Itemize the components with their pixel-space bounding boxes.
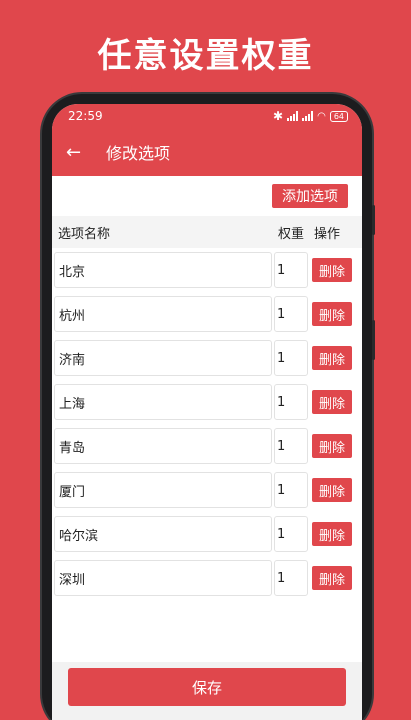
arrow-left-icon[interactable]: ←	[66, 142, 106, 163]
status-bar: 22:59 ✱ ◠ 64	[52, 104, 362, 128]
delete-option-button[interactable]: 删除	[312, 302, 352, 326]
status-icons: ✱ ◠ 64	[273, 109, 348, 123]
wifi-icon: ◠	[317, 110, 326, 122]
table-header: 选项名称 权重 操作	[52, 216, 362, 248]
page-title: 修改选项	[106, 144, 171, 163]
option-weight-input[interactable]	[274, 296, 308, 332]
option-name-input[interactable]	[54, 560, 272, 596]
delete-option-button[interactable]: 删除	[312, 258, 352, 282]
option-name-input[interactable]	[54, 428, 272, 464]
table-row: 删除	[52, 336, 362, 380]
signal-icon	[287, 111, 299, 121]
delete-option-button[interactable]: 删除	[312, 566, 352, 590]
delete-option-button[interactable]: 删除	[312, 522, 352, 546]
status-time: 22:59	[68, 109, 103, 123]
option-weight-input[interactable]	[274, 252, 308, 288]
footer-bar: 保存	[52, 662, 362, 720]
column-header-weight: 权重	[278, 226, 305, 242]
delete-option-button[interactable]: 删除	[312, 478, 352, 502]
option-name-input[interactable]	[54, 340, 272, 376]
delete-option-button[interactable]: 删除	[312, 390, 352, 414]
table-row: 删除	[52, 556, 362, 600]
column-header-name: 选项名称	[58, 226, 111, 242]
table-row: 删除	[52, 292, 362, 336]
option-name-input[interactable]	[54, 252, 272, 288]
delete-option-button[interactable]: 删除	[312, 346, 352, 370]
option-name-input[interactable]	[54, 384, 272, 420]
option-weight-input[interactable]	[274, 340, 308, 376]
option-name-input[interactable]	[54, 472, 272, 508]
option-weight-input[interactable]	[274, 428, 308, 464]
phone-screen: 22:59 ✱ ◠ 64 ← 修改选项 添加选项 选项名称 权重 操作 删除	[52, 104, 362, 720]
option-weight-input[interactable]	[274, 560, 308, 596]
bluetooth-icon: ✱	[273, 109, 284, 123]
option-weight-input[interactable]	[274, 384, 308, 420]
option-weight-input[interactable]	[274, 516, 308, 552]
option-weight-input[interactable]	[274, 472, 308, 508]
promo-headline: 任意设置权重	[97, 36, 314, 76]
table-row: 删除	[52, 248, 362, 292]
table-row: 删除	[52, 512, 362, 556]
phone-side-button	[372, 205, 375, 235]
table-row: 删除	[52, 468, 362, 512]
options-editor: 添加选项 选项名称 权重 操作 删除 删除 删除	[52, 176, 362, 662]
option-name-input[interactable]	[54, 516, 272, 552]
table-row: 删除	[52, 424, 362, 468]
option-name-input[interactable]	[54, 296, 272, 332]
delete-option-button[interactable]: 删除	[312, 434, 352, 458]
app-bar: ← 修改选项	[52, 128, 362, 176]
add-row: 添加选项	[52, 176, 362, 216]
battery-icon: 64	[329, 110, 348, 122]
add-option-button[interactable]: 添加选项	[272, 184, 348, 208]
column-header-action: 操作	[314, 226, 341, 242]
save-button[interactable]: 保存	[68, 668, 346, 706]
signal-icon	[302, 111, 314, 121]
phone-side-button	[372, 320, 375, 360]
options-list: 删除 删除 删除 删除 删除	[52, 248, 362, 600]
table-row: 删除	[52, 380, 362, 424]
